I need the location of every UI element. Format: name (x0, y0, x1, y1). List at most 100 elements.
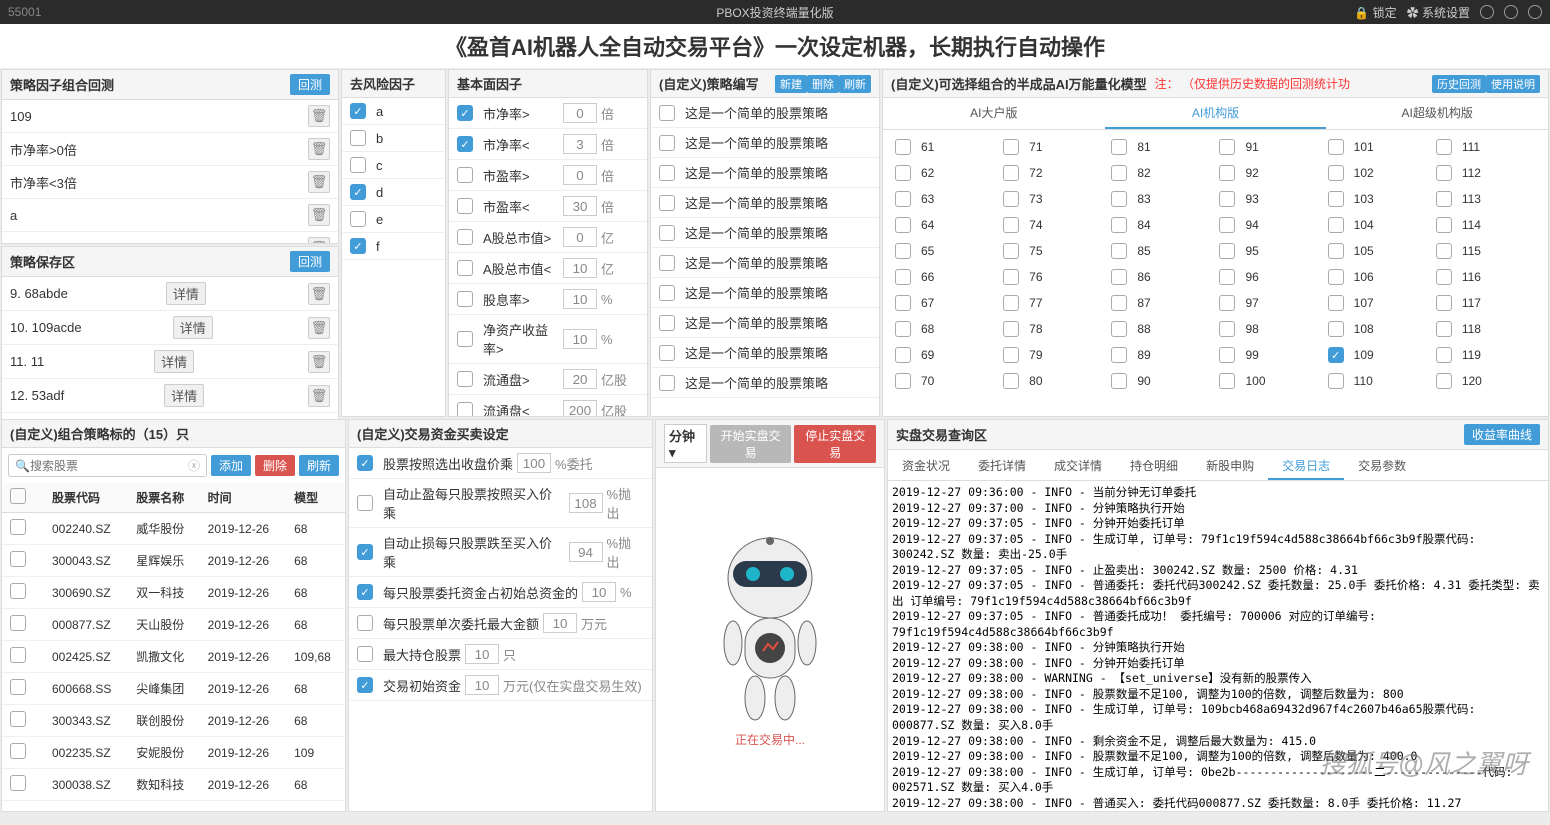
factor-item[interactable]: 市净率>0倍🗑 (2, 133, 338, 166)
settings-button[interactable]: ✿ 系统设置 (1407, 4, 1470, 21)
model-cell[interactable]: 80 (999, 368, 1107, 394)
checkbox[interactable] (10, 711, 26, 727)
checkbox[interactable] (895, 269, 911, 285)
checkbox[interactable] (1003, 269, 1019, 285)
model-cell[interactable]: 114 (1432, 212, 1540, 238)
model-cell[interactable]: 65 (891, 238, 999, 264)
clear-icon[interactable]: ⓧ (188, 457, 200, 474)
table-row[interactable]: 600668.SS尖峰集团2019-12-2668 (2, 673, 345, 705)
model-cell[interactable]: 75 (999, 238, 1107, 264)
model-cell[interactable]: 68 (891, 316, 999, 342)
yield-curve-button[interactable]: 收益率曲线 (1464, 424, 1540, 445)
checkbox[interactable] (357, 544, 373, 560)
model-cell[interactable]: 98 (1215, 316, 1323, 342)
model-cell[interactable]: 103 (1324, 186, 1432, 212)
checkbox[interactable] (457, 105, 473, 121)
checkbox[interactable] (659, 315, 675, 331)
model-cell[interactable]: 69 (891, 342, 999, 368)
table-row[interactable]: 300343.SZ联创股份2019-12-2668 (2, 705, 345, 737)
value-input[interactable] (569, 493, 603, 513)
model-cell[interactable]: 85 (1107, 238, 1215, 264)
checkbox[interactable] (895, 165, 911, 181)
checkbox[interactable] (1219, 243, 1235, 259)
model-cell[interactable]: 81 (1107, 134, 1215, 160)
stop-live-button[interactable]: 停止实盘交易 (794, 425, 876, 463)
checkbox[interactable] (1328, 373, 1344, 389)
checkbox[interactable] (1436, 191, 1452, 207)
value-input[interactable] (563, 369, 597, 389)
checkbox[interactable] (350, 130, 366, 146)
model-tab[interactable]: AI大户版 (883, 98, 1105, 129)
value-input[interactable] (563, 329, 597, 349)
strategy-item[interactable]: 这是一个简单的股票策略 (651, 368, 879, 398)
trade-setting-item[interactable]: 每只股票委托资金占初始总资金的% (349, 577, 652, 608)
interval-select[interactable]: 分钟 ▾ (664, 424, 707, 463)
model-cell[interactable]: 77 (999, 290, 1107, 316)
checkbox[interactable] (1328, 191, 1344, 207)
history-backtest-button[interactable]: 历史回测 (1432, 75, 1486, 93)
value-input[interactable] (563, 400, 597, 416)
checkbox[interactable] (10, 551, 26, 567)
maximize-icon[interactable] (1504, 5, 1518, 19)
checkbox[interactable] (1436, 321, 1452, 337)
checkbox[interactable] (659, 195, 675, 211)
model-cell[interactable]: 101 (1324, 134, 1432, 160)
trade-setting-item[interactable]: 股票按照选出收盘价乘%委托 (349, 448, 652, 479)
model-cell[interactable]: 67 (891, 290, 999, 316)
checkbox[interactable] (895, 139, 911, 155)
checkbox[interactable] (1436, 243, 1452, 259)
checkbox[interactable] (1219, 165, 1235, 181)
model-cell[interactable]: 92 (1215, 160, 1323, 186)
checkbox[interactable] (895, 373, 911, 389)
delete-button[interactable]: 删除 (807, 75, 839, 93)
query-tab[interactable]: 资金状况 (888, 450, 964, 480)
model-cell[interactable]: 83 (1107, 186, 1215, 212)
model-cell[interactable]: 102 (1324, 160, 1432, 186)
checkbox[interactable] (1328, 165, 1344, 181)
risk-factor-item[interactable]: f (342, 233, 445, 260)
model-cell[interactable]: 100 (1215, 368, 1323, 394)
checkbox[interactable] (1328, 347, 1344, 363)
checkbox[interactable] (1328, 295, 1344, 311)
checkbox[interactable] (895, 347, 911, 363)
strategy-item[interactable]: 这是一个简单的股票策略 (651, 188, 879, 218)
checkbox[interactable] (457, 136, 473, 152)
checkbox[interactable] (1328, 269, 1344, 285)
checkbox[interactable] (350, 238, 366, 254)
saved-strategy-item[interactable]: 11. 11详情🗑 (2, 345, 338, 379)
fundamental-item[interactable]: 流通盘<亿股 (449, 395, 647, 416)
model-tab[interactable]: AI机构版 (1105, 98, 1327, 129)
checkbox[interactable] (1003, 191, 1019, 207)
model-cell[interactable]: 87 (1107, 290, 1215, 316)
detail-button[interactable]: 详情 (173, 316, 213, 339)
trade-setting-item[interactable]: 自动止损每只股票跌至买入价乘%抛出 (349, 528, 652, 577)
checkbox[interactable] (1003, 347, 1019, 363)
checkbox[interactable] (1003, 243, 1019, 259)
checkbox[interactable] (1219, 269, 1235, 285)
checkbox[interactable] (659, 345, 675, 361)
model-cell[interactable]: 97 (1215, 290, 1323, 316)
model-cell[interactable]: 106 (1324, 264, 1432, 290)
checkbox[interactable] (1219, 373, 1235, 389)
value-input[interactable] (582, 582, 616, 602)
checkbox[interactable] (457, 331, 473, 347)
checkbox[interactable] (1111, 217, 1127, 233)
table-row[interactable]: 300038.SZ数知科技2019-12-2668 (2, 769, 345, 801)
value-input[interactable] (517, 453, 551, 473)
factor-item[interactable]: 109🗑 (2, 100, 338, 133)
checkbox[interactable] (457, 402, 473, 416)
model-cell[interactable]: 105 (1324, 238, 1432, 264)
query-tab[interactable]: 委托详情 (964, 450, 1040, 480)
checkbox[interactable] (1219, 191, 1235, 207)
checkbox[interactable] (1436, 269, 1452, 285)
checkbox[interactable] (659, 225, 675, 241)
model-cell[interactable]: 108 (1324, 316, 1432, 342)
model-cell[interactable]: 82 (1107, 160, 1215, 186)
refresh-button[interactable]: 刷新 (299, 455, 339, 476)
lock-button[interactable]: 🔒 锁定 (1354, 4, 1396, 21)
checkbox[interactable] (895, 243, 911, 259)
checkbox[interactable] (1111, 243, 1127, 259)
model-cell[interactable]: 74 (999, 212, 1107, 238)
trade-setting-item[interactable]: 最大持仓股票只 (349, 639, 652, 670)
checkbox[interactable] (659, 165, 675, 181)
